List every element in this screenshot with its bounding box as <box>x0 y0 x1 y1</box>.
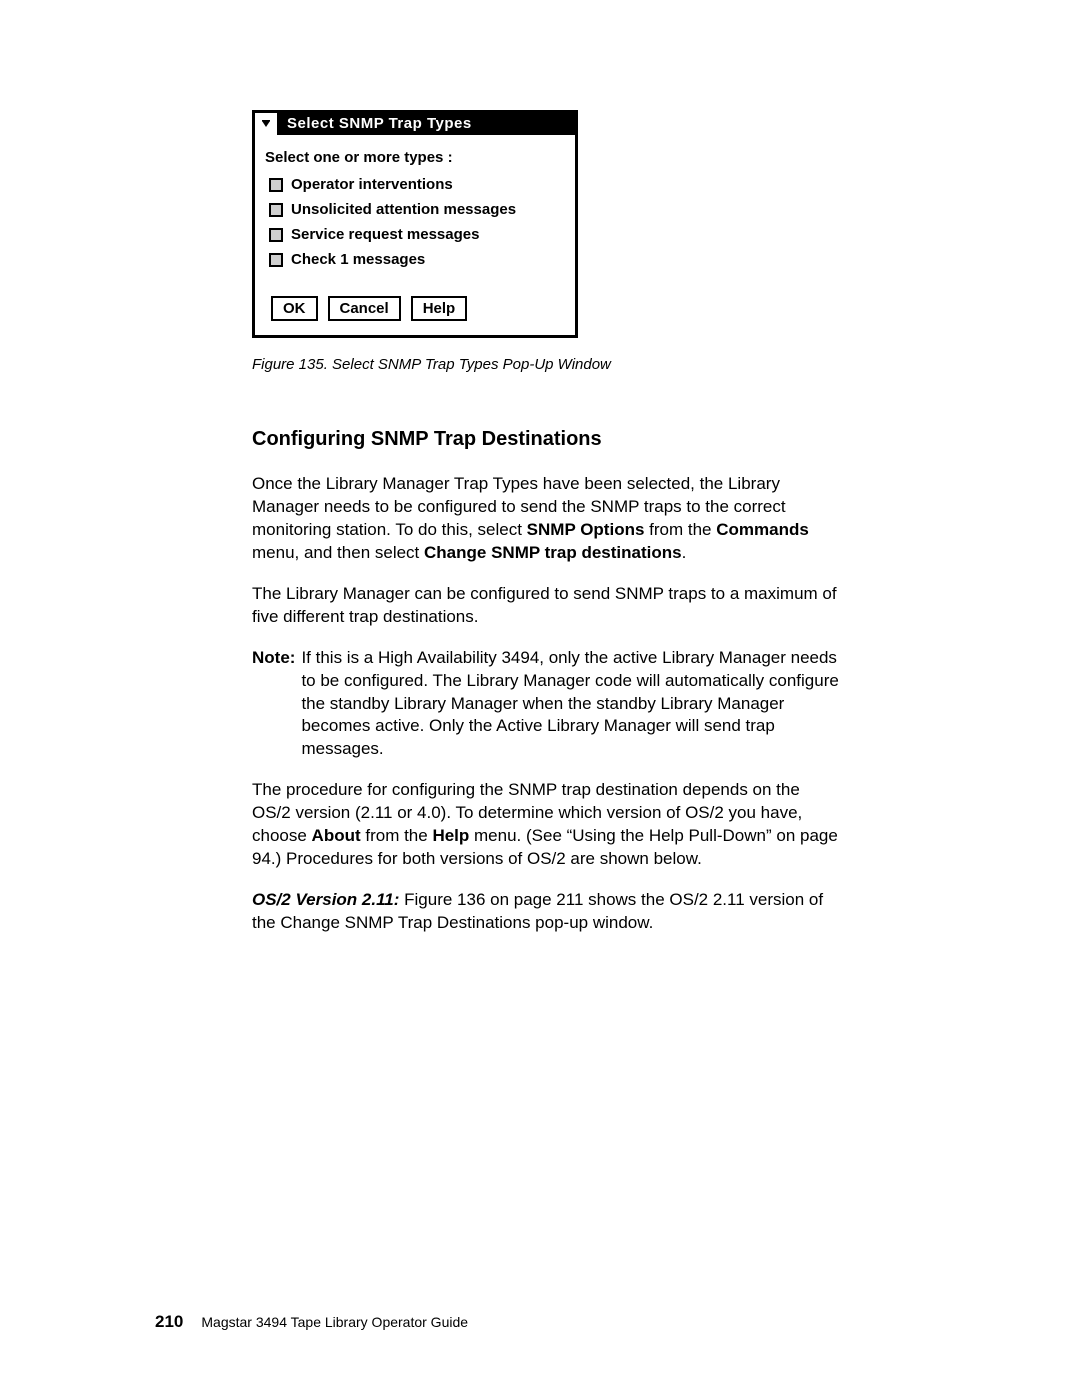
option-label: Check 1 messages <box>291 251 425 268</box>
bold-text: SNMP Options <box>527 520 645 539</box>
bold-italic-text: OS/2 Version 2.11: <box>252 890 399 909</box>
text: . <box>682 543 687 562</box>
option-check-1-messages[interactable]: Check 1 messages <box>269 251 565 268</box>
cancel-button[interactable]: Cancel <box>328 296 401 321</box>
figure-caption: Figure 135. Select SNMP Trap Types Pop-U… <box>252 356 842 373</box>
text: from the <box>644 520 716 539</box>
checkbox-icon[interactable] <box>269 178 283 192</box>
paragraph-max-destinations: The Library Manager can be configured to… <box>252 583 842 629</box>
option-label: Operator interventions <box>291 176 453 193</box>
option-unsolicited-attention[interactable]: Unsolicited attention messages <box>269 201 565 218</box>
help-button[interactable]: Help <box>411 296 468 321</box>
ok-button[interactable]: OK <box>271 296 318 321</box>
text: menu, and then select <box>252 543 424 562</box>
checkbox-icon[interactable] <box>269 253 283 267</box>
section-heading: Configuring SNMP Trap Destinations <box>252 428 842 451</box>
bold-text: Commands <box>716 520 809 539</box>
bold-text: Help <box>432 826 469 845</box>
book-title: Magstar 3494 Tape Library Operator Guide <box>201 1314 468 1330</box>
paragraph-os2-version: The procedure for configuring the SNMP t… <box>252 779 842 871</box>
option-operator-interventions[interactable]: Operator interventions <box>269 176 565 193</box>
paragraph-os2-211: OS/2 Version 2.11: Figure 136 on page 21… <box>252 889 842 935</box>
note-body: If this is a High Availability 3494, onl… <box>301 647 842 762</box>
bold-text: Change SNMP trap destinations <box>424 543 682 562</box>
note-label: Note: <box>252 647 295 762</box>
note-block: Note: If this is a High Availability 349… <box>252 647 842 762</box>
dialog-titlebar: Select SNMP Trap Types <box>255 113 575 135</box>
dialog-title: Select SNMP Trap Types <box>279 113 575 135</box>
page-number: 210 <box>155 1312 183 1332</box>
paragraph-intro: Once the Library Manager Trap Types have… <box>252 473 842 565</box>
checkbox-icon[interactable] <box>269 203 283 217</box>
snmp-trap-types-dialog: Select SNMP Trap Types Select one or mor… <box>252 110 578 338</box>
system-menu-icon[interactable] <box>255 113 279 135</box>
text: from the <box>361 826 433 845</box>
option-service-request[interactable]: Service request messages <box>269 226 565 243</box>
dialog-instruction: Select one or more types : <box>265 149 565 166</box>
option-label: Service request messages <box>291 226 479 243</box>
checkbox-icon[interactable] <box>269 228 283 242</box>
page-footer: 210 Magstar 3494 Tape Library Operator G… <box>155 1312 468 1332</box>
bold-text: About <box>312 826 361 845</box>
option-label: Unsolicited attention messages <box>291 201 516 218</box>
